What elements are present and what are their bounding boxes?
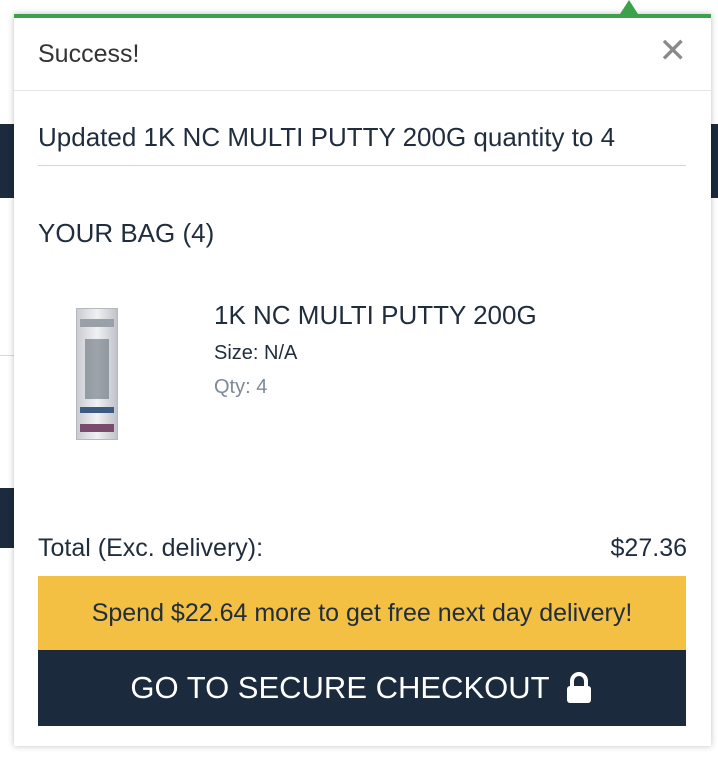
lock-icon	[564, 672, 594, 704]
product-name[interactable]: 1K NC MULTI PUTTY 200G	[214, 300, 537, 331]
background-nav-fragment-right	[710, 124, 718, 198]
free-delivery-banner: Spend $22.64 more to get free next day d…	[38, 576, 686, 650]
product-qty: Qty: 4	[214, 376, 268, 398]
update-message: Updated 1K NC MULTI PUTTY 200G quantity …	[38, 122, 686, 166]
checkout-label: GO TO SECURE CHECKOUT	[130, 670, 550, 705]
secure-checkout-button[interactable]: GO TO SECURE CHECKOUT	[38, 650, 686, 726]
product-size: Size: N/A	[214, 342, 298, 364]
popup-header: Success! ✕	[14, 18, 711, 91]
background-divider	[0, 355, 14, 356]
bag-title: YOUR BAG (4)	[38, 218, 215, 248]
popup-title: Success!	[38, 40, 140, 68]
background-nav-fragment	[0, 124, 14, 198]
background-bar-fragment	[0, 488, 14, 548]
cart-popup: Success! ✕ Updated 1K NC MULTI PUTTY 200…	[14, 14, 711, 746]
total-label: Total (Exc. delivery):	[38, 534, 264, 562]
total-value: $27.36	[610, 534, 687, 562]
close-icon[interactable]: ✕	[659, 34, 688, 68]
product-thumbnail[interactable]	[76, 308, 118, 440]
popup-caret	[620, 0, 638, 14]
